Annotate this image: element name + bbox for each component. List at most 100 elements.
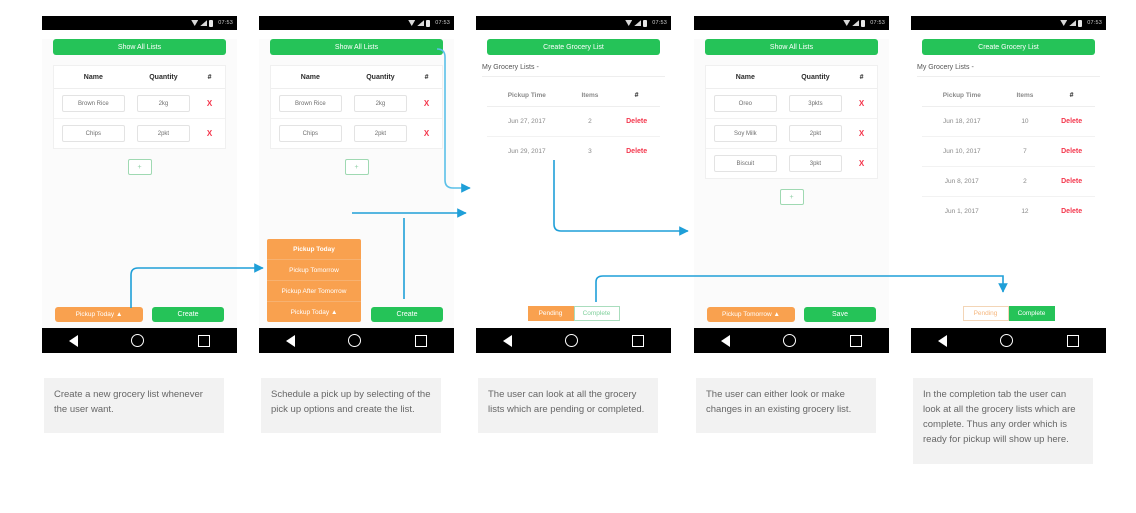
dropdown-option-pickup-tomorrow[interactable]: Pickup Tomorrow xyxy=(267,260,361,281)
column-header-pickup-time: Pickup Time xyxy=(507,91,546,99)
recents-icon[interactable] xyxy=(850,334,863,347)
back-icon[interactable] xyxy=(937,334,947,347)
home-icon[interactable] xyxy=(131,334,145,347)
wifi-icon xyxy=(1060,20,1068,26)
remove-item-icon[interactable]: X xyxy=(846,129,877,138)
pickup-time-dropdown-button[interactable]: Pickup Tomorrow ▲ xyxy=(707,307,795,322)
delete-link[interactable]: Delete xyxy=(1048,208,1095,215)
tab-pending[interactable]: Pending xyxy=(527,306,574,321)
dropdown-selected-value[interactable]: Pickup Today ▲ xyxy=(267,302,361,322)
home-icon[interactable] xyxy=(783,334,797,347)
create-button[interactable]: Create xyxy=(371,307,443,322)
pickup-time-dropdown-button[interactable]: Pickup Today ▲ xyxy=(55,307,143,322)
delete-link[interactable]: Delete xyxy=(1048,178,1095,185)
screen-3-tab-bar: Pending Complete xyxy=(476,306,671,328)
column-header-name: Name xyxy=(735,73,755,81)
back-icon[interactable] xyxy=(68,334,78,347)
remove-item-icon[interactable]: X xyxy=(194,99,225,108)
item-quantity-input[interactable]: 3pkts xyxy=(788,95,843,112)
signal-icon xyxy=(1069,20,1077,26)
table-row: Chips 2pkt X xyxy=(271,119,442,148)
item-name-input[interactable]: Chips xyxy=(278,125,342,142)
tab-pending[interactable]: Pending xyxy=(962,306,1009,321)
remove-item-icon[interactable]: X xyxy=(411,129,442,138)
table-row[interactable]: Jun 10, 2017 7 Delete xyxy=(922,137,1095,167)
screen-5-tab-bar: Pending Complete xyxy=(911,306,1106,328)
item-name-input[interactable]: Soy Milk xyxy=(713,125,777,142)
table-header-row: Name Quantity # xyxy=(706,66,877,89)
pickup-time-value: Jun 29, 2017 xyxy=(507,148,546,155)
delete-link[interactable]: Delete xyxy=(613,148,660,155)
table-row[interactable]: Jun 18, 2017 10 Delete xyxy=(922,107,1095,137)
tab-complete[interactable]: Complete xyxy=(573,306,620,321)
divider xyxy=(482,76,665,77)
remove-item-icon[interactable]: X xyxy=(411,99,442,108)
wifi-icon xyxy=(625,20,633,26)
items-count-value: 7 xyxy=(1023,148,1027,155)
item-quantity-input[interactable]: 2kg xyxy=(136,95,191,112)
recents-icon[interactable] xyxy=(198,334,211,347)
signal-icon xyxy=(852,20,860,26)
add-item-button[interactable]: + xyxy=(779,189,804,205)
delete-link[interactable]: Delete xyxy=(1048,148,1095,155)
back-icon[interactable] xyxy=(720,334,730,347)
back-icon[interactable] xyxy=(285,334,295,347)
item-quantity-input[interactable]: 2pkt xyxy=(136,125,191,142)
item-name-input[interactable]: Biscuit xyxy=(713,155,777,172)
pickup-options-dropdown[interactable]: Pickup Today Pickup Tomorrow Pickup Afte… xyxy=(267,239,361,322)
item-name-input[interactable]: Brown Rice xyxy=(61,95,125,112)
home-icon[interactable] xyxy=(565,334,579,347)
delete-link[interactable]: Delete xyxy=(1048,118,1095,125)
screen-3-body: Create Grocery List My Grocery Lists - P… xyxy=(476,39,671,328)
remove-item-icon[interactable]: X xyxy=(846,159,877,168)
table-row[interactable]: Jun 8, 2017 2 Delete xyxy=(922,167,1095,197)
status-bar-3: 07:53 xyxy=(476,16,671,30)
grocery-lists-table-pending: Pickup Time Items # Jun 27, 2017 2 Delet… xyxy=(487,84,660,166)
column-header-action: # xyxy=(1069,91,1074,99)
item-name-input[interactable]: Chips xyxy=(61,125,125,142)
items-count-value: 2 xyxy=(588,118,592,125)
create-grocery-list-button[interactable]: Create Grocery List xyxy=(922,39,1095,55)
remove-item-icon[interactable]: X xyxy=(846,99,877,108)
remove-item-icon[interactable]: X xyxy=(194,129,225,138)
delete-link[interactable]: Delete xyxy=(613,118,660,125)
item-quantity-input[interactable]: 2kg xyxy=(353,95,408,112)
recents-icon[interactable] xyxy=(415,334,428,347)
back-icon[interactable] xyxy=(502,334,512,347)
table-row[interactable]: Jun 27, 2017 2 Delete xyxy=(487,107,660,137)
table-row[interactable]: Jun 1, 2017 12 Delete xyxy=(922,197,1095,226)
column-header-items: Items xyxy=(581,91,599,99)
create-grocery-list-button[interactable]: Create Grocery List xyxy=(487,39,660,55)
create-button[interactable]: Create xyxy=(152,307,224,322)
android-nav-bar-5 xyxy=(911,328,1106,353)
show-all-lists-button[interactable]: Show All Lists xyxy=(270,39,443,55)
dropdown-option-pickup-after-tomorrow[interactable]: Pickup After Tomorrow xyxy=(267,281,361,302)
items-table-1: Name Quantity # Brown Rice 2kg X Chips 2… xyxy=(53,65,226,149)
add-item-button[interactable]: + xyxy=(127,159,152,175)
section-title: My Grocery Lists - xyxy=(482,64,539,71)
item-quantity-input[interactable]: 2pkt xyxy=(353,125,408,142)
item-quantity-input[interactable]: 2pkt xyxy=(788,125,843,142)
column-header-quantity: Quantity xyxy=(366,73,395,81)
table-row[interactable]: Jun 29, 2017 3 Delete xyxy=(487,137,660,166)
column-header-action: # xyxy=(634,91,639,99)
tab-complete[interactable]: Complete xyxy=(1008,306,1055,321)
wifi-icon xyxy=(408,20,416,26)
add-item-button[interactable]: + xyxy=(344,159,369,175)
caption-3: The user can look at all the grocery lis… xyxy=(478,378,658,433)
dropdown-option-pickup-today[interactable]: Pickup Today xyxy=(267,239,361,260)
item-name-input[interactable]: Brown Rice xyxy=(278,95,342,112)
show-all-lists-button[interactable]: Show All Lists xyxy=(705,39,878,55)
save-button[interactable]: Save xyxy=(804,307,876,322)
item-quantity-input[interactable]: 3pkt xyxy=(788,155,843,172)
item-name-input[interactable]: Oreo xyxy=(713,95,777,112)
android-nav-bar-3 xyxy=(476,328,671,353)
pickup-time-value: Jun 18, 2017 xyxy=(942,118,981,125)
clock-label: 07:53 xyxy=(435,20,450,26)
table-header-row: Pickup Time Items # xyxy=(922,84,1095,107)
home-icon[interactable] xyxy=(1000,334,1014,347)
show-all-lists-button[interactable]: Show All Lists xyxy=(53,39,226,55)
recents-icon[interactable] xyxy=(632,334,645,347)
recents-icon[interactable] xyxy=(1067,334,1080,347)
home-icon[interactable] xyxy=(348,334,362,347)
